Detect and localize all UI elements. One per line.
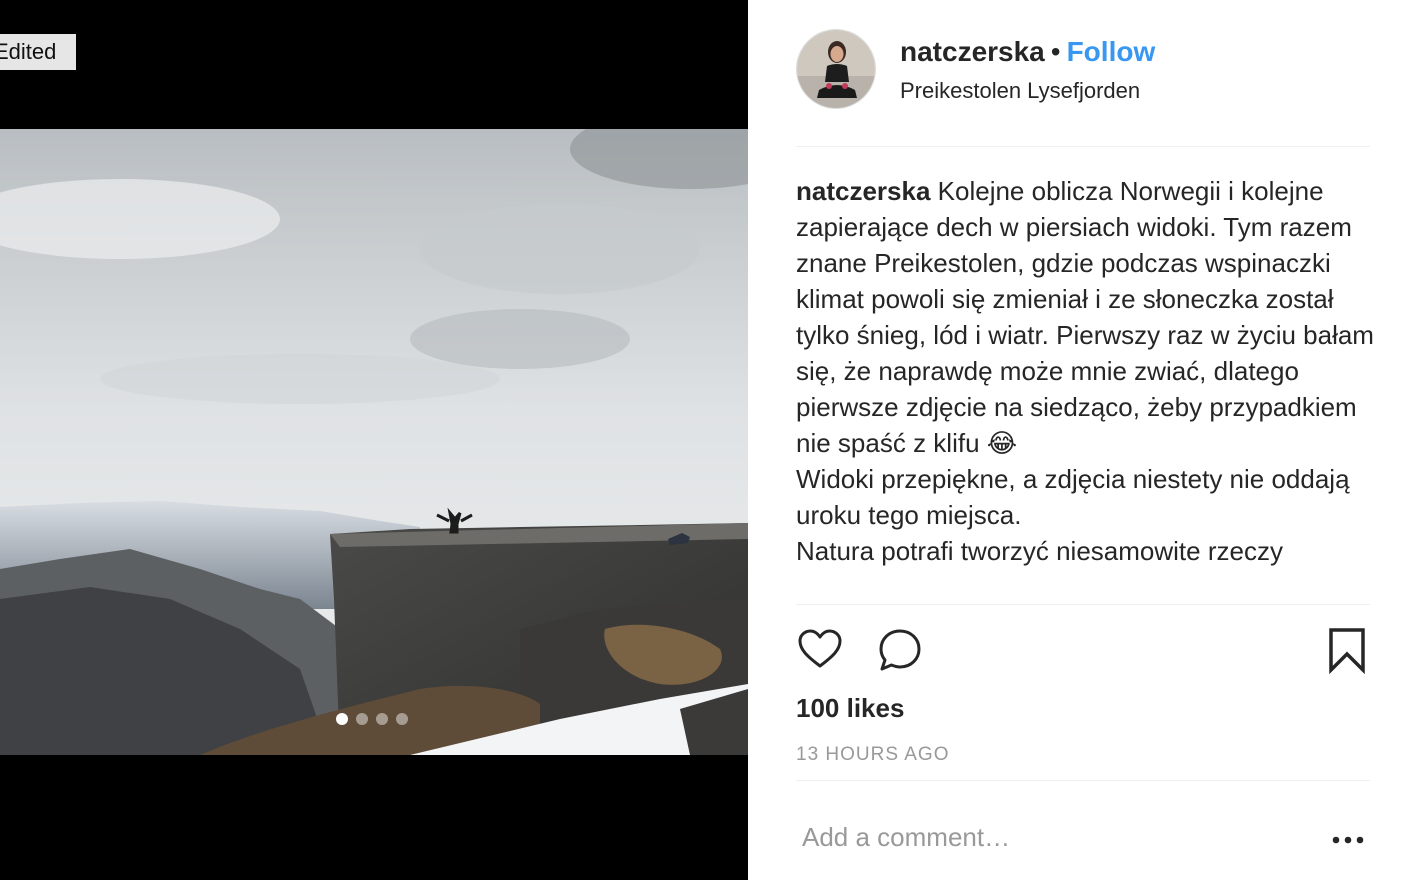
post-details-panel: natczerska • Follow Preikestolen Lysefjord… [748,0,1412,880]
post-media: Edited [0,0,748,880]
carousel-dot[interactable] [356,713,368,725]
follow-button[interactable]: Follow [1067,36,1156,67]
caption-line: Widoki przepiękne, a zdjęcia niestety ni… [796,464,1350,530]
carousel-dot[interactable] [396,713,408,725]
location-link[interactable]: Preikestolen Lysefjorden [900,76,1140,106]
bookmark-outline-icon[interactable] [1324,626,1370,679]
speech-bubble-icon[interactable] [876,626,924,679]
caption-line: Natura potrafi tworzyć niesamowite rzecz… [796,536,1283,566]
post-header: natczerska • Follow [900,34,1155,70]
carousel-indicator [336,713,408,725]
divider [796,146,1370,147]
edited-label: Edited [0,34,76,70]
divider [796,780,1370,781]
username-link[interactable]: natczerska [900,36,1045,67]
post-photo[interactable] [0,129,748,755]
separator-dot: • [1050,36,1061,67]
post-timestamp[interactable]: 13 HOURS AGO [796,742,950,768]
action-bar [796,626,1370,676]
comment-input[interactable] [796,812,1328,862]
divider [796,604,1370,605]
likes-count[interactable]: 100 likes [796,690,904,726]
carousel-dot[interactable] [376,713,388,725]
caption: natczerska Kolejne oblicza Norwegii i ko… [796,173,1374,605]
ellipsis-icon[interactable] [1326,826,1370,856]
carousel-dot[interactable] [336,713,348,725]
avatar[interactable] [796,29,876,109]
heart-outline-icon[interactable] [796,626,844,679]
caption-text: Kolejne oblicza Norwegii i kolejne zapie… [796,176,1374,458]
caption-username[interactable]: natczerska [796,176,930,206]
